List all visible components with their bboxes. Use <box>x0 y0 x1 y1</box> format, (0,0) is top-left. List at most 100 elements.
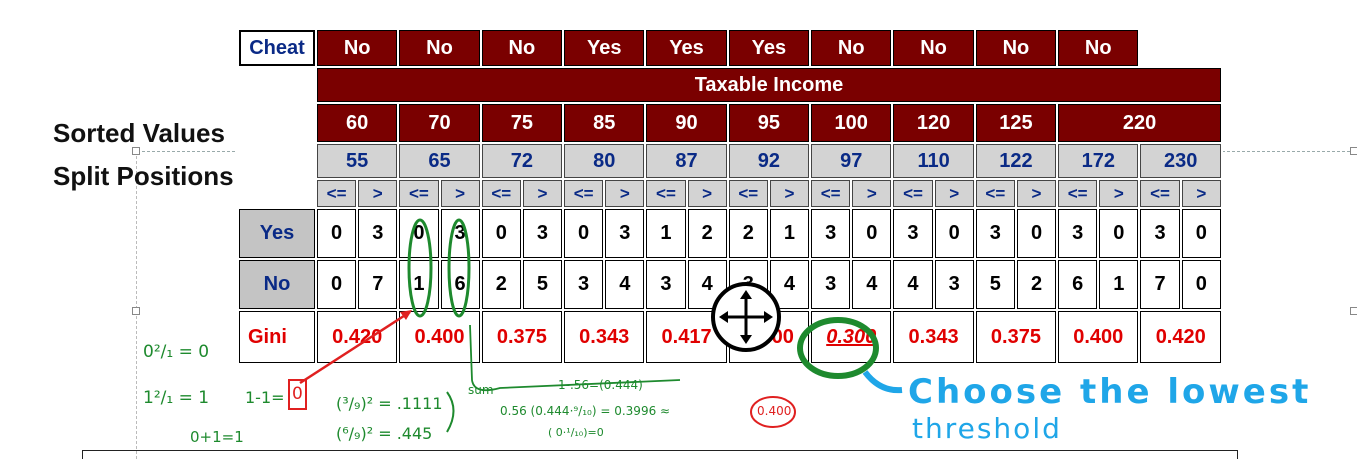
no-count-le: 2 <box>481 260 521 309</box>
cheat-value: Yes <box>646 30 727 66</box>
op-le: <= <box>481 180 521 207</box>
split-positions-row: 55 65 72 80 87 92 97 110 122 172 230 <box>239 144 1221 178</box>
split-position: 55 <box>317 144 398 178</box>
yes-count-le: 3 <box>1058 209 1098 258</box>
cheat-value: No <box>399 30 480 66</box>
operator-row: <= > <= > <= > <= > <= > <= > <= > <= > <= > <= > <= > <box>239 180 1221 207</box>
sorted-value: 70 <box>399 104 480 142</box>
op-le: <= <box>399 180 439 207</box>
no-label: No <box>239 260 315 309</box>
gini-value: 0.343 <box>564 311 645 363</box>
blank-cell <box>239 104 315 142</box>
sorted-value: 120 <box>893 104 974 142</box>
op-gt: > <box>687 180 727 207</box>
op-le: <= <box>728 180 768 207</box>
yes-count-gt: 3 <box>605 209 645 258</box>
op-gt: > <box>440 180 480 207</box>
split-position: 87 <box>646 144 727 178</box>
split-position: 230 <box>1140 144 1221 178</box>
attribute-title: Taxable Income <box>317 68 1221 102</box>
op-gt: > <box>358 180 398 207</box>
sorted-value: 100 <box>811 104 892 142</box>
yes-label: Yes <box>239 209 315 258</box>
split-position: 92 <box>728 144 810 178</box>
no-count-gt: 7 <box>358 260 398 309</box>
split-position: 65 <box>399 144 480 178</box>
op-gt: > <box>522 180 563 207</box>
attribute-title-row: Taxable Income <box>239 68 1221 102</box>
next-content-box <box>82 450 1238 459</box>
no-count-le: 7 <box>1140 260 1180 309</box>
gini-value: 0.375 <box>481 311 563 363</box>
yes-count-gt: 3 <box>440 209 480 258</box>
yes-count-le: 0 <box>317 209 357 258</box>
op-le: <= <box>564 180 604 207</box>
no-count-gt: 3 <box>934 260 974 309</box>
no-count-gt: 4 <box>605 260 645 309</box>
gini-value: 0.420 <box>1140 311 1221 363</box>
no-count-gt: 5 <box>522 260 563 309</box>
note-sum: sum <box>468 383 494 397</box>
gini-value-best: 0.300 <box>811 311 892 363</box>
op-le: <= <box>1140 180 1180 207</box>
op-le: <= <box>811 180 851 207</box>
op-le: <= <box>317 180 357 207</box>
move-cursor-icon[interactable] <box>711 282 781 352</box>
yes-count-gt: 0 <box>934 209 974 258</box>
yes-count-row: Yes 0 3 0 3 0 3 0 3 1 2 2 1 3 0 3 0 3 0 3 0 3 0 <box>239 209 1221 258</box>
note-weighted: 0.56 (0.444·⁹/₁₀) = 0.3996 ≈ <box>500 404 671 418</box>
cheat-value: No <box>317 30 398 66</box>
note-one-minus-one: 1-1= <box>245 388 285 407</box>
yes-count-le: 3 <box>975 209 1015 258</box>
selection-guide-left <box>136 151 137 459</box>
slide-canvas: Sorted Values Split Positions Cheat No No N… <box>0 0 1357 459</box>
no-count-le: 1 <box>399 260 439 309</box>
sorted-value: 125 <box>975 104 1057 142</box>
gini-value: 0.375 <box>975 311 1057 363</box>
yes-count-le: 3 <box>811 209 851 258</box>
no-count-le: 0 <box>317 260 357 309</box>
resize-handle-mid-right[interactable] <box>1350 307 1357 315</box>
yes-count-le: 1 <box>646 209 686 258</box>
yes-count-gt: 0 <box>852 209 892 258</box>
sorted-value: 60 <box>317 104 398 142</box>
sorted-values-row: 60 70 75 85 90 95 100 120 125 220 <box>239 104 1221 142</box>
op-gt: > <box>1016 180 1057 207</box>
split-position: 72 <box>481 144 563 178</box>
gini-value: 0.400 <box>399 311 480 363</box>
cheat-value: No <box>481 30 563 66</box>
note-zero-squared: 0²/₁ = 0 <box>143 342 210 362</box>
note-weighted-2: ( 0·¹/₁₀)=0 <box>548 426 604 439</box>
gini-value: 0.420 <box>317 311 398 363</box>
blank-cell <box>239 68 315 102</box>
no-count-gt: 4 <box>852 260 892 309</box>
gini-value: 0.343 <box>893 311 974 363</box>
gini-value: 0.400 <box>1058 311 1139 363</box>
yes-count-le: 2 <box>728 209 768 258</box>
note-zero-plus-one: 0+1=1 <box>190 428 244 446</box>
cheat-value: Yes <box>728 30 810 66</box>
yes-count-le: 3 <box>1140 209 1180 258</box>
op-gt: > <box>769 180 810 207</box>
sorted-value: 90 <box>646 104 727 142</box>
split-positions-label: Split Positions <box>53 161 234 191</box>
note-fraction-1: (³/₉)² = .1111 <box>336 394 443 413</box>
yes-count-gt: 2 <box>687 209 727 258</box>
op-gt: > <box>1181 180 1221 207</box>
note-one-squared: 1²/₁ = 1 <box>143 388 210 408</box>
resize-handle-mid-left[interactable] <box>132 307 140 315</box>
cheat-value: No <box>893 30 974 66</box>
cheat-value: No <box>975 30 1057 66</box>
note-fraction-2: (⁶/₉)² = .445 <box>336 424 433 443</box>
yes-count-gt: 0 <box>1016 209 1057 258</box>
yes-count-gt: 3 <box>358 209 398 258</box>
sorted-value: 220 <box>1058 104 1221 142</box>
sorted-value: 75 <box>481 104 563 142</box>
yes-count-le: 0 <box>399 209 439 258</box>
no-count-le: 3 <box>646 260 686 309</box>
yes-count-gt: 3 <box>522 209 563 258</box>
resize-handle-top-right[interactable] <box>1350 147 1357 155</box>
op-gt: > <box>934 180 974 207</box>
note-approx-result: 0.400 <box>757 404 792 418</box>
op-le: <= <box>646 180 686 207</box>
